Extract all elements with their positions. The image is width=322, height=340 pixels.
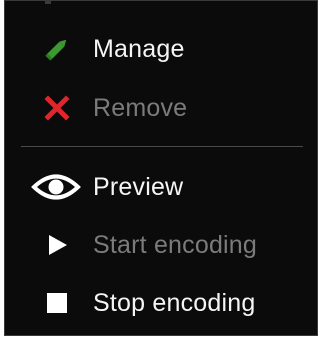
eye-icon [31,169,81,205]
menu-item-label: Preview [93,173,184,201]
menu-item-label: Manage [93,35,185,63]
menu-item-stop-encoding[interactable]: Stop encoding [5,274,317,332]
menu-item-preview[interactable]: Preview [5,158,317,216]
menu-item-label: Remove [93,94,188,122]
play-icon [39,227,75,263]
menu-item-start-encoding[interactable]: Start encoding [5,216,317,274]
context-menu: Manage Remove Preview Start encoding Sto… [4,0,318,336]
menu-top-marker [45,1,51,4]
menu-item-label: Stop encoding [93,289,256,317]
close-icon [39,90,75,126]
stop-icon [39,285,75,321]
menu-divider [21,146,303,147]
menu-item-label: Start encoding [93,231,258,259]
menu-item-remove[interactable]: Remove [5,79,317,137]
menu-item-manage[interactable]: Manage [5,20,317,78]
pencil-icon [39,31,75,67]
